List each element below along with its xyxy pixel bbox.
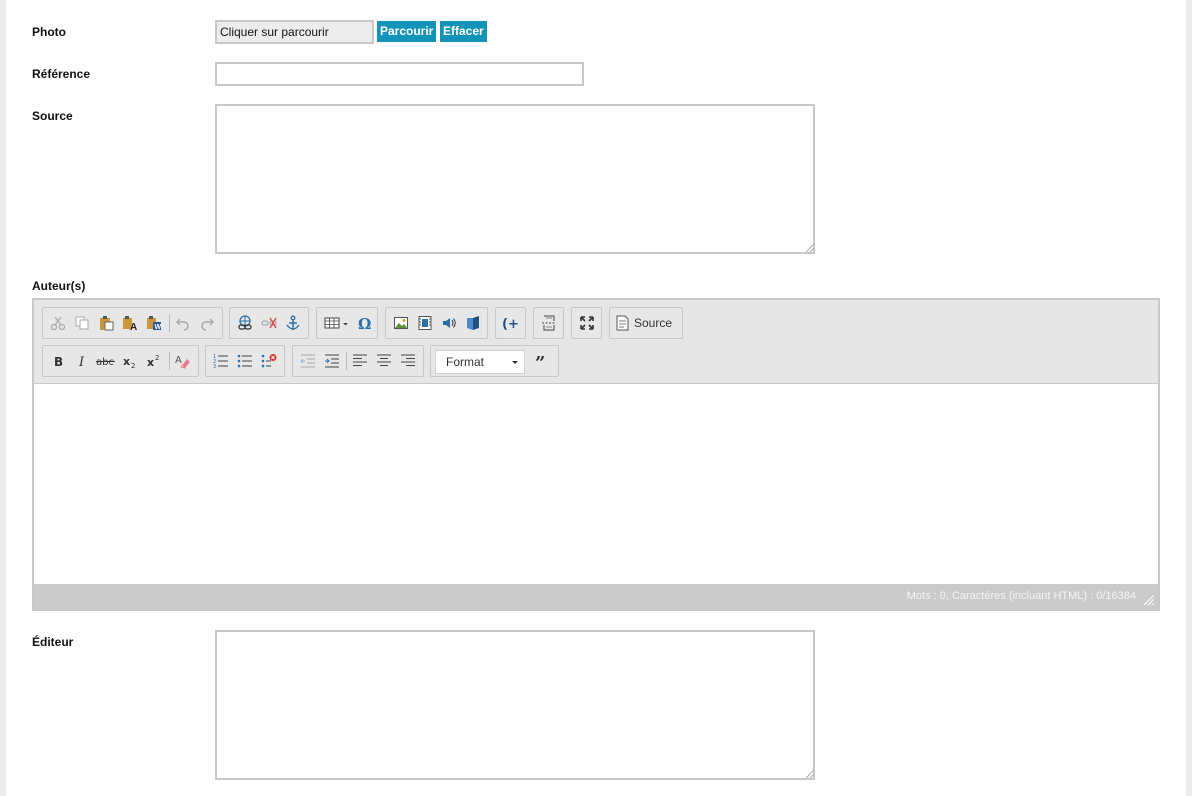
editor-statusbar: Mots : 0, Caractères (incluant HTML) : 0… (34, 584, 1158, 609)
toolbar-group-pagebreak (533, 307, 564, 339)
numbered-list-icon[interactable]: 123 (210, 350, 232, 372)
svg-text:2: 2 (131, 362, 135, 369)
toolbar-separator (169, 352, 170, 370)
resize-grip-icon[interactable] (1144, 595, 1154, 605)
subscript-icon[interactable]: x2 (119, 350, 141, 372)
format-select[interactable]: Format (435, 350, 525, 374)
toolbar-group-basicstyles: B I abc x2 x2 A (42, 345, 199, 377)
photo-file-field[interactable]: Cliquer sur parcourir (215, 20, 374, 44)
blockquote-icon[interactable]: ” (531, 350, 553, 372)
strikethrough-icon[interactable]: abc (95, 350, 117, 372)
flash-icon[interactable] (462, 312, 484, 334)
browse-button[interactable]: Parcourir (377, 21, 437, 42)
svg-text:3: 3 (213, 364, 216, 369)
toolbar-group-source: Source (609, 307, 683, 339)
video-icon[interactable] (414, 312, 436, 334)
reference-input[interactable] (215, 62, 584, 86)
svg-text:B: B (54, 355, 63, 369)
toolbar-group-paragraph (292, 345, 424, 377)
toolbar-separator (346, 352, 347, 370)
source-button[interactable]: Source (615, 312, 679, 334)
bold-icon[interactable]: B (47, 350, 69, 372)
superscript-icon[interactable]: x2 (143, 350, 165, 372)
chevron-down-icon (512, 361, 518, 364)
paste-icon[interactable] (95, 312, 117, 334)
authors-rich-editor: A W Ω (+ Source B I abc x 2 x 2 A 1 2 3 … (32, 298, 1160, 611)
toolbar-group-lists: 123 (205, 345, 285, 377)
redo-icon[interactable] (196, 312, 218, 334)
svg-text:abc: abc (96, 357, 114, 368)
svg-text:2: 2 (155, 354, 159, 362)
remove-format-icon[interactable]: A (172, 350, 194, 372)
toolbar-group-maximize (571, 307, 602, 339)
undo-icon[interactable] (172, 312, 194, 334)
authors-label: Auteur(s) (32, 279, 86, 293)
anchor-icon[interactable] (282, 312, 304, 334)
word-counter: Mots : 0, Caractères (incluant HTML) : 0… (906, 590, 1136, 602)
svg-text:A: A (130, 322, 137, 331)
cut-icon[interactable] (47, 312, 69, 334)
svg-text:I: I (78, 355, 85, 369)
align-right-icon[interactable] (397, 350, 419, 372)
indent-icon[interactable] (321, 350, 343, 372)
paste-text-icon[interactable]: A (119, 312, 141, 334)
svg-text:x: x (147, 356, 154, 369)
toolbar-group-media (385, 307, 488, 339)
copy-icon[interactable] (71, 312, 93, 334)
image-icon[interactable] (390, 312, 412, 334)
source-button-label: Source (634, 316, 673, 330)
toolbar-group-links (229, 307, 309, 339)
svg-text:A: A (175, 355, 182, 366)
align-left-icon[interactable] (349, 350, 371, 372)
page-break-icon[interactable] (538, 312, 560, 334)
audio-icon[interactable] (438, 312, 460, 334)
toolbar-group-insert: Ω (316, 307, 378, 339)
photo-label: Photo (32, 25, 66, 39)
svg-text:Ω: Ω (358, 315, 371, 331)
outdent-icon[interactable] (297, 350, 319, 372)
bulleted-list-icon[interactable] (234, 350, 256, 372)
table-icon[interactable] (321, 312, 353, 334)
svg-text:W: W (155, 324, 162, 331)
reference-label: Référence (32, 67, 91, 81)
publisher-textarea[interactable] (215, 630, 815, 780)
placeholder-icon[interactable]: (+) (500, 312, 522, 334)
format-select-value: Format (446, 355, 485, 369)
resize-grip-icon[interactable] (806, 770, 814, 778)
svg-text:”: ” (535, 353, 545, 369)
toolbar-group-placeholder: (+) (495, 307, 526, 339)
align-center-icon[interactable] (373, 350, 395, 372)
remove-list-icon[interactable] (258, 350, 280, 372)
maximize-icon[interactable] (576, 312, 598, 334)
toolbar-group-clipboard: A W (42, 307, 223, 339)
toolbar-separator (169, 314, 170, 332)
toolbar-group-styles: Format ” (430, 345, 559, 377)
source-textarea[interactable] (215, 104, 815, 254)
source-icon (616, 315, 629, 331)
italic-icon[interactable]: I (71, 350, 93, 372)
form-panel: Photo Cliquer sur parcourir Parcourir Ef… (6, 0, 1186, 796)
publisher-label: Éditeur (32, 635, 74, 649)
paste-word-icon[interactable]: W (143, 312, 165, 334)
unlink-icon[interactable] (258, 312, 280, 334)
svg-text:(+): (+) (502, 317, 520, 331)
link-icon[interactable] (234, 312, 256, 334)
resize-grip-icon[interactable] (806, 244, 814, 252)
editor-content-area[interactable] (34, 384, 1158, 584)
svg-text:x: x (123, 355, 130, 368)
editor-toolbar: A W Ω (+ Source B I abc x 2 x 2 A 1 2 3 … (34, 300, 1158, 384)
special-char-icon[interactable]: Ω (353, 312, 375, 334)
clear-button[interactable]: Effacer (440, 21, 487, 42)
source-label: Source (32, 109, 73, 123)
